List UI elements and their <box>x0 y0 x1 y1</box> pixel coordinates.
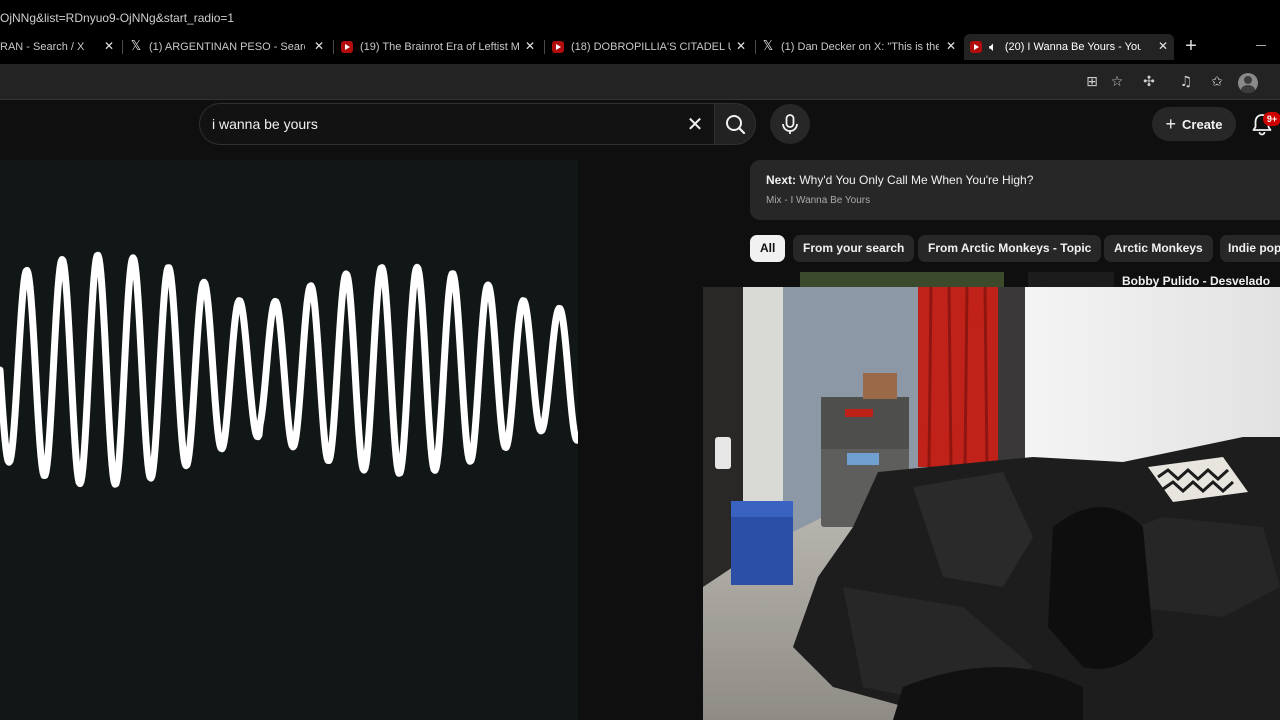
tab-title: (18) DOBROPILLIA'S CITADEL UNDER <box>571 41 731 53</box>
youtube-icon <box>970 41 982 53</box>
browser-tab-1[interactable]: RAN - Search / X ✕ <box>0 34 120 60</box>
close-tab-icon[interactable]: ✕ <box>523 39 537 53</box>
url-field[interactable]: OjNNg&list=RDnyuo9-OjNNg&start_radio=1 <box>0 11 234 25</box>
minimize-window-button[interactable] <box>1256 45 1266 46</box>
video-thumbnail[interactable] <box>1028 272 1114 288</box>
tab-title: (20) I Wanna Be Yours - YouTube <box>1004 41 1141 53</box>
browser-tab-3[interactable]: (19) The Brainrot Era of Leftist Media ✕ <box>341 34 541 60</box>
up-next-title[interactable]: Next: Why'd You Only Call Me When You're… <box>766 173 1033 187</box>
up-next-video-title: Why'd You Only Call Me When You're High? <box>799 173 1034 187</box>
tab-separator <box>122 40 123 54</box>
browser-tab-active[interactable]: 🔈︎ (20) I Wanna Be Yours - YouTube ✕ <box>964 34 1174 60</box>
favorite-star-icon[interactable]: ☆ <box>1107 72 1127 92</box>
close-tab-icon[interactable]: ✕ <box>102 39 116 53</box>
tab-title: (1) Dan Decker on X: "This is the n <box>781 41 939 53</box>
chip-from-arctic-monkeys-topic[interactable]: From Arctic Monkeys - Topic <box>918 235 1102 262</box>
x-logo-icon: 𝕏 <box>762 39 774 54</box>
app-available-icon[interactable]: ⊞ <box>1082 72 1102 92</box>
microphone-icon <box>782 114 798 134</box>
up-next-subtitle: Mix - I Wanna Be Yours <box>766 195 871 206</box>
video-thumbnail[interactable] <box>800 272 1004 288</box>
tab-separator <box>544 40 545 54</box>
webcam-overlay <box>703 287 1280 720</box>
create-label: Create <box>1182 116 1223 132</box>
chip-from-your-search[interactable]: From your search <box>793 235 915 262</box>
create-button[interactable]: + Create <box>1152 107 1236 141</box>
favorites-icon[interactable]: ✩ <box>1207 72 1227 92</box>
chip-arctic-monkeys[interactable]: Arctic Monkeys <box>1104 235 1213 262</box>
tab-title: (19) The Brainrot Era of Leftist Media <box>360 41 520 53</box>
tab-title: (1) ARGENTINAN PESO - Search / X <box>149 41 305 53</box>
chip-clip: Indie pop <box>1220 235 1280 262</box>
close-tab-icon[interactable]: ✕ <box>312 39 326 53</box>
search-button[interactable] <box>714 103 756 145</box>
browser-tab-2[interactable]: 𝕏 (1) ARGENTINAN PESO - Search / X ✕ <box>130 34 330 60</box>
plus-icon: + <box>1165 114 1177 134</box>
waveform-album-art <box>0 251 578 488</box>
recommended-video-title[interactable]: Bobby Pulido - Desvelado <box>1122 274 1270 288</box>
browser-tab-4[interactable]: (18) DOBROPILLIA'S CITADEL UNDER ✕ <box>552 34 752 60</box>
up-next-card[interactable] <box>750 160 1280 220</box>
clear-search-icon[interactable]: ✕ <box>682 111 708 137</box>
notification-count-badge: 9+ <box>1263 112 1280 126</box>
tab-separator <box>755 40 756 54</box>
chip-indie-pop[interactable]: Indie pop <box>1220 235 1280 262</box>
tab-separator <box>333 40 334 54</box>
youtube-icon <box>552 41 564 53</box>
up-next-prefix: Next: <box>766 173 797 187</box>
extensions-icon[interactable]: ✣ <box>1139 72 1159 92</box>
close-tab-icon[interactable]: ✕ <box>734 39 748 53</box>
waveform-line <box>0 251 578 488</box>
search-query-text[interactable]: i wanna be yours <box>212 116 318 132</box>
x-logo-icon: 𝕏 <box>130 39 142 54</box>
voice-search-button[interactable] <box>770 104 810 144</box>
browser-tab-5[interactable]: 𝕏 (1) Dan Decker on X: "This is the n ✕ <box>762 34 962 60</box>
search-icon <box>726 115 746 135</box>
chip-all[interactable]: All <box>750 235 786 262</box>
media-control-icon[interactable]: ♫ <box>1176 72 1196 92</box>
close-tab-icon[interactable]: ✕ <box>944 39 958 53</box>
speaker-icon[interactable]: 🔈︎ <box>989 40 997 55</box>
close-tab-icon[interactable]: ✕ <box>1156 39 1170 53</box>
youtube-icon <box>341 41 353 53</box>
new-tab-button[interactable]: + <box>1180 36 1202 58</box>
profile-avatar[interactable] <box>1238 73 1258 93</box>
